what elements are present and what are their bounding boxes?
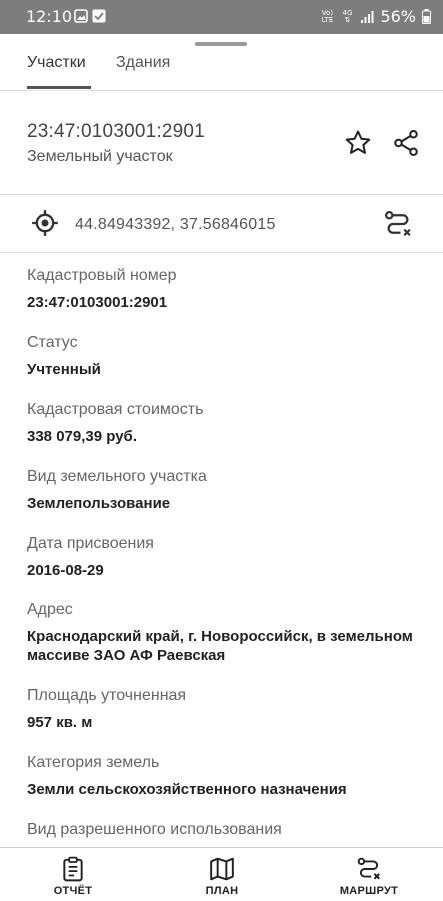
field-specified-area: Площадь уточненная 957 кв. м <box>27 687 427 732</box>
field-value: Учтенный <box>27 361 101 378</box>
field-land-category: Категория земель Земли сельскохозяйствен… <box>27 754 427 799</box>
route-icon <box>385 211 411 237</box>
divider <box>0 194 443 195</box>
field-parcel-kind: Вид земельного участка Землепользование <box>27 468 427 513</box>
field-cadastral-number: Кадастровый номер 23:47:0103001:2901 <box>27 267 427 312</box>
field-status: Статус Учтенный <box>27 334 427 379</box>
share-icon <box>394 130 418 156</box>
gallery-notification-icon <box>74 9 88 23</box>
network-type-indicator: 4G ⇅ <box>342 8 353 24</box>
signal-icon <box>361 10 374 23</box>
field-value: 957 кв. м <box>27 714 93 731</box>
field-label: Кадастровая стоимость <box>27 401 204 418</box>
field-label: Статус <box>27 334 78 351</box>
status-time: 12:10 <box>26 7 73 26</box>
field-value: Краснодарский край, г. Новороссийск, в з… <box>27 628 413 664</box>
route-button[interactable] <box>382 208 414 240</box>
report-icon <box>63 856 83 882</box>
field-value: Земли сельскохозяйственного назначения <box>27 781 347 798</box>
field-label: Вид разрешенного использования <box>27 821 282 838</box>
status-bar: 12:10 Vo) LTE 4G ⇅ 56% <box>0 0 443 34</box>
field-value: 338 079,39 руб. <box>27 428 137 445</box>
my-location-icon[interactable] <box>31 209 59 237</box>
tab-parcels[interactable]: Участки <box>27 54 86 72</box>
nav-label: МАРШРУТ <box>339 885 399 897</box>
divider <box>0 90 443 91</box>
parcel-info-sheet: Участки Здания 23:47:0103001:2901 Земель… <box>0 34 443 901</box>
bottom-navigation: ОТЧЁТ ПЛАН МАРШРУТ <box>0 847 443 901</box>
nav-label: ПЛАН <box>205 885 239 897</box>
nav-report-button[interactable]: ОТЧЁТ <box>18 848 128 901</box>
field-label: Категория земель <box>27 754 160 771</box>
field-permitted-use: Вид разрешенного использования <box>27 821 427 839</box>
tab-buildings[interactable]: Здания <box>116 54 170 72</box>
field-assignment-date: Дата присвоения 2016-08-29 <box>27 535 427 580</box>
battery-percent: 56% <box>380 7 416 26</box>
field-label: Адрес <box>27 601 73 618</box>
nav-label: ОТЧЁТ <box>53 885 93 897</box>
route-icon <box>357 857 380 880</box>
map-icon <box>210 857 234 881</box>
favorite-button[interactable] <box>342 127 374 159</box>
field-value: Землепользование <box>27 495 171 512</box>
drag-handle[interactable] <box>195 42 247 46</box>
volte-indicator: Vo) LTE <box>321 8 334 24</box>
field-label: Дата присвоения <box>27 535 154 552</box>
check-notification-icon <box>92 9 106 23</box>
field-label: Площадь уточненная <box>27 687 187 704</box>
nav-plan-button[interactable]: ПЛАН <box>167 848 277 901</box>
share-button[interactable] <box>390 127 422 159</box>
field-label: Кадастровый номер <box>27 267 177 284</box>
field-address: Адрес Краснодарский край, г. Новороссийс… <box>27 601 427 665</box>
battery-icon <box>422 9 431 24</box>
coordinates-text[interactable]: 44.84943392, 37.56846015 <box>75 216 276 234</box>
nav-route-button[interactable]: МАРШРУТ <box>314 848 424 901</box>
parcel-cadastral-id: 23:47:0103001:2901 <box>27 121 205 142</box>
field-value: 2016-08-29 <box>27 562 104 579</box>
divider <box>0 252 443 253</box>
field-cadastral-value: Кадастровая стоимость 338 079,39 руб. <box>27 401 427 446</box>
star-icon <box>345 130 371 154</box>
field-value: 23:47:0103001:2901 <box>27 294 168 311</box>
field-label: Вид земельного участка <box>27 468 207 485</box>
parcel-type: Земельный участок <box>27 148 173 165</box>
active-tab-indicator <box>27 86 91 89</box>
